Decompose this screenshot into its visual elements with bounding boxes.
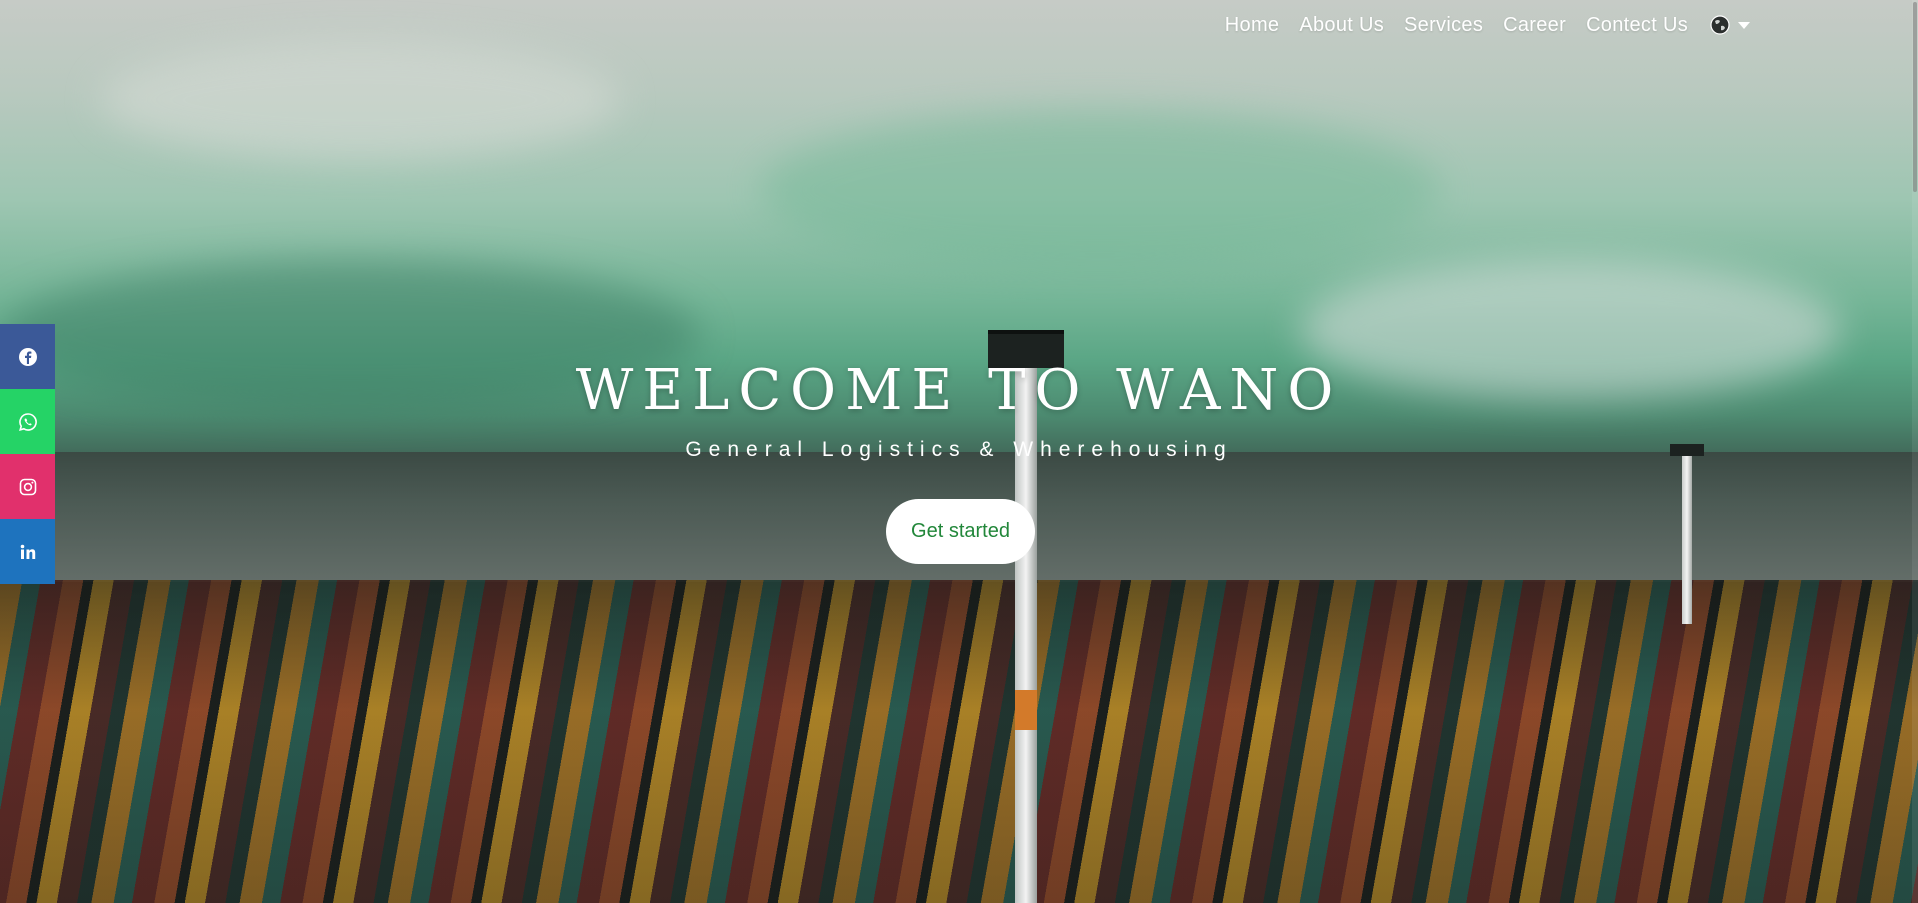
nav-item-contact-us[interactable]: Contect Us: [1576, 12, 1698, 38]
nav-item-services[interactable]: Services: [1394, 12, 1493, 38]
instagram-button[interactable]: [0, 454, 55, 519]
light-pole: [1015, 340, 1037, 903]
main-nav: Home About Us Services Career Contect Us: [1215, 12, 1750, 38]
page-scrollbar[interactable]: [1912, 0, 1918, 903]
linkedin-icon: [20, 544, 35, 559]
sky-cloud: [760, 110, 1440, 270]
nav-item-career[interactable]: Career: [1493, 12, 1576, 38]
scrollbar-thumb[interactable]: [1913, 2, 1917, 192]
light-pole: [1682, 448, 1692, 624]
linkedin-button[interactable]: [0, 519, 55, 584]
nav-item-home[interactable]: Home: [1215, 12, 1290, 38]
language-dropdown[interactable]: [1710, 15, 1750, 35]
caret-down-icon: [1738, 21, 1750, 29]
instagram-icon: [19, 478, 36, 495]
globe-icon: [1710, 15, 1730, 35]
hero-subtitle: General Logistics & Wherehousing: [685, 438, 1233, 461]
light-pole-band: [1015, 690, 1037, 730]
container-yard-shade: [0, 580, 1918, 903]
sky-cloud: [100, 40, 620, 160]
hero-title: WELCOME TO WANO: [575, 358, 1343, 423]
nav-item-about-us[interactable]: About Us: [1289, 12, 1394, 38]
hero-section: Home About Us Services Career Contect Us: [0, 0, 1918, 903]
get-started-button[interactable]: Get started: [886, 499, 1035, 564]
